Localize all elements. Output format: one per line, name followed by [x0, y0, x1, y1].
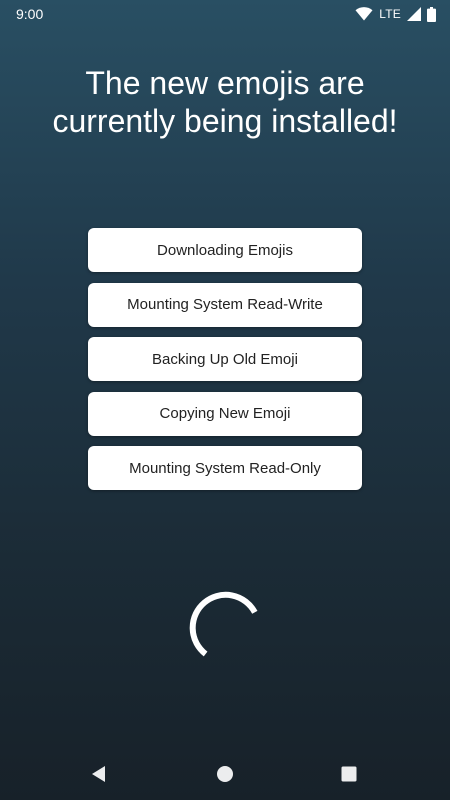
step-downloading-emojis-button[interactable]: Downloading Emojis [88, 228, 362, 272]
home-icon[interactable] [213, 762, 237, 786]
status-icons: LTE [355, 6, 436, 22]
title-line-2: currently being installed! [52, 103, 398, 139]
signal-icon [407, 7, 421, 21]
status-time: 9:00 [16, 6, 44, 22]
navigation-bar [0, 748, 450, 800]
loading-spinner-icon [188, 590, 262, 664]
wifi-icon [355, 7, 373, 21]
page-title: The new emojis are currently being insta… [0, 64, 450, 140]
install-steps-list: Downloading Emojis Mounting System Read-… [88, 228, 362, 501]
step-mount-read-only-button[interactable]: Mounting System Read-Only [88, 446, 362, 490]
step-copy-new-emoji-button[interactable]: Copying New Emoji [88, 391, 362, 436]
step-mount-read-write-button[interactable]: Mounting System Read-Write [88, 282, 362, 327]
status-bar: 9:00 LTE [0, 0, 450, 28]
battery-icon [427, 6, 436, 22]
network-type: LTE [379, 7, 401, 21]
title-line-1: The new emojis are [85, 65, 365, 101]
back-icon[interactable] [87, 762, 111, 786]
recents-icon[interactable] [337, 762, 361, 786]
step-backup-old-emoji-button[interactable]: Backing Up Old Emoji [88, 337, 362, 381]
